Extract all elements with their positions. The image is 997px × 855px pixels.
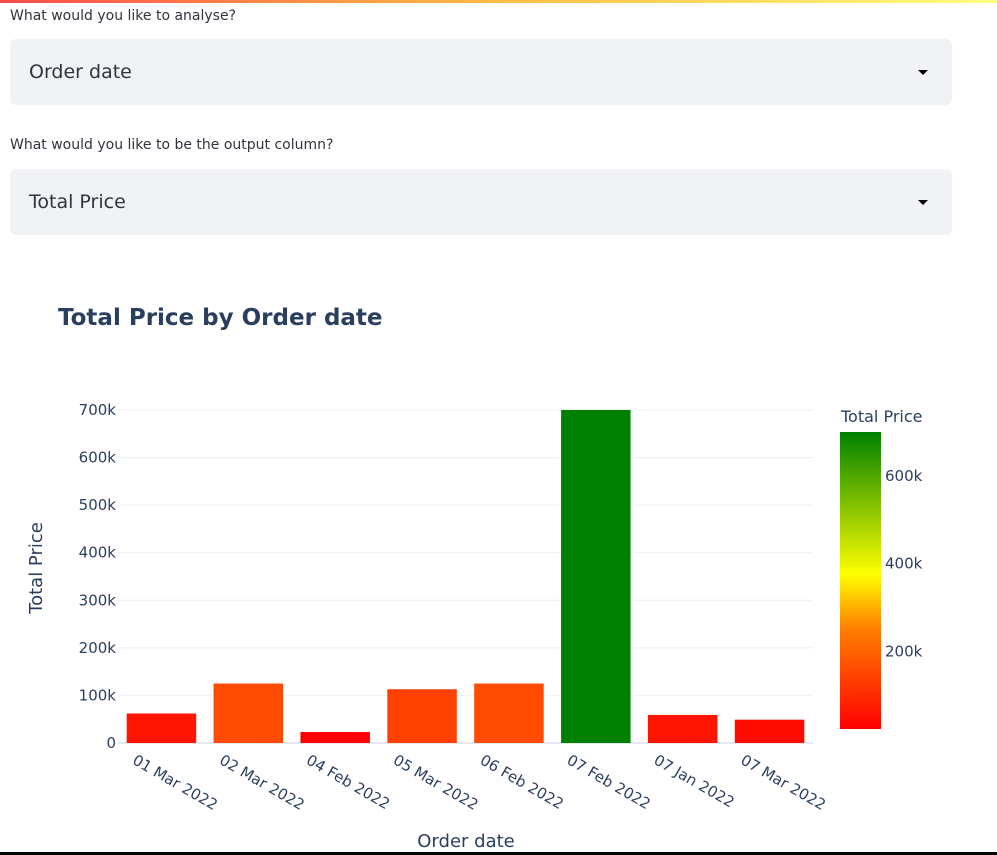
y-tick-label: 200k [79,639,117,657]
colorbar-tick-label: 400k [885,555,923,573]
bar [213,683,284,743]
y-tick-label: 700k [79,401,117,419]
bar [387,689,457,743]
colorbar-title: Total Price [840,407,922,426]
bar [647,714,718,743]
chart-title: Total Price by Order date [58,305,383,331]
analyse-label: What would you like to analyse? [10,8,237,24]
colorbar-tick-label: 600k [885,467,923,485]
x-tick-label: 01 Mar 2022 [129,751,220,814]
bar [474,683,544,743]
bar [734,719,805,743]
bar [561,410,631,743]
chevron-down-icon [918,70,928,75]
y-tick-label: 100k [79,686,117,704]
bar-chart: Total Price by Order date 0 100k 200k 300k 4… [26,305,923,852]
y-tick-label: 300k [79,591,117,609]
x-tick-label: 02 Mar 2022 [216,751,307,814]
output-select-value: Total Price [29,191,126,213]
x-tick-label: 07 Jan 2022 [651,751,738,812]
colorbar-ticks: 200k 400k 600k [885,467,923,660]
colorbar [840,432,881,729]
colorbar-tick-label: 200k [885,642,923,660]
x-tick-label: 07 Mar 2022 [738,751,829,814]
bar [300,732,370,743]
chevron-down-icon [918,200,928,205]
x-tick-label: 06 Feb 2022 [477,751,567,813]
bar [126,713,197,743]
y-axis-label: Total Price [26,522,47,615]
y-tick-label: 500k [79,496,117,514]
x-tick-label: 07 Feb 2022 [564,751,654,813]
x-tick-label: 04 Feb 2022 [303,751,393,813]
y-tick-label: 600k [79,449,117,467]
y-axis-ticks: 0 100k 200k 300k 400k 500k 600k 700k [79,401,117,752]
top-accent-bar [0,0,997,3]
y-tick-label: 0 [106,734,116,752]
x-axis-label: Order date [417,831,514,852]
x-axis-ticks: 01 Mar 202202 Mar 202204 Feb 202205 Mar … [129,751,828,814]
analyse-select-value: Order date [29,61,132,83]
analyse-select[interactable]: Order date [10,39,952,105]
y-tick-label: 400k [79,544,117,562]
x-tick-label: 05 Mar 2022 [390,751,481,814]
output-select[interactable]: Total Price [10,169,952,235]
output-label: What would you like to be the output col… [10,137,334,153]
bars [126,410,805,743]
